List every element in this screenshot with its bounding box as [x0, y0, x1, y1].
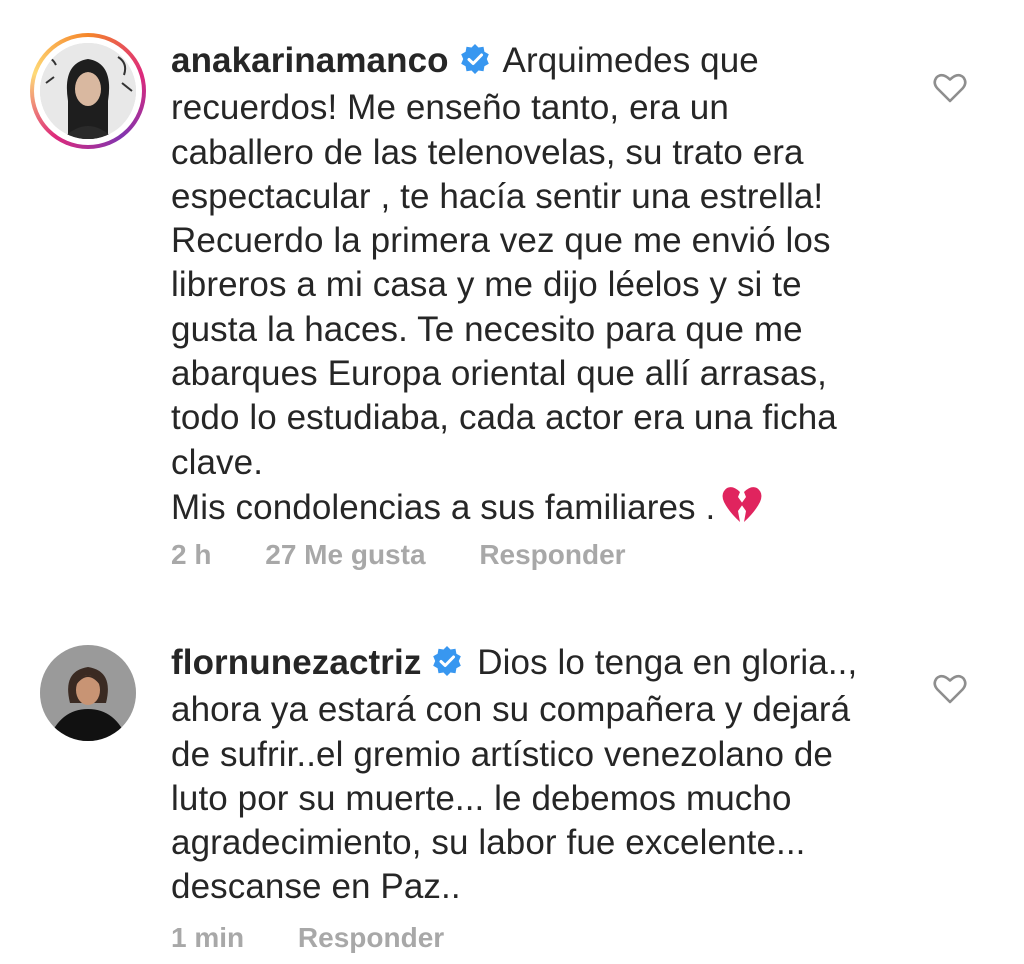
username-link[interactable]: anakarinamanco — [171, 41, 449, 80]
comment-text-line: espectacular , te hacía sentir una estre… — [171, 176, 824, 216]
comment-body: anakarinamanco Arquimedes que recuerdos!… — [171, 39, 891, 536]
comment-text-line: gusta la haces. Te necesito para que me — [171, 309, 803, 349]
avatar-image — [40, 43, 136, 139]
comment-text-line: Mis condolencias a sus familiares . — [171, 487, 716, 527]
comment-text-line: todo lo estudiaba, cada actor era una fi… — [171, 398, 837, 438]
comment-text-line: clave. — [171, 442, 264, 482]
broken-heart-icon — [721, 485, 763, 536]
comment-text-line: de sufrir..el gremio artístico venezolan… — [171, 734, 833, 774]
reply-button[interactable]: Responder — [298, 922, 444, 953]
comment-text-line: Dios lo tenga en gloria.., — [477, 643, 858, 682]
avatar[interactable] — [40, 645, 136, 741]
verified-badge-icon — [459, 42, 491, 86]
comment-text-line: Recuerdo la primera vez que me envió los — [171, 221, 831, 261]
comment-text-line: libreros a mi casa y me dijo léelos y si… — [171, 265, 802, 305]
username-link[interactable]: flornunezactriz — [171, 643, 421, 682]
comment-text-line: luto por su muerte... le debemos mucho — [171, 778, 792, 818]
comment-text-line: abarques Europa oriental que allí arrasa… — [171, 354, 827, 394]
avatar[interactable] — [40, 43, 136, 139]
comment-text-line: caballero de las telenovelas, su trato e… — [171, 132, 804, 172]
likes-count-button[interactable]: 27 Me gusta — [265, 539, 425, 570]
comment-text-line: ahora ya estará con su compañera y dejar… — [171, 690, 851, 730]
comment-time: 2 h — [171, 539, 212, 570]
comment-meta: 1 min Responder — [171, 922, 490, 954]
avatar-image — [40, 645, 136, 741]
comment-text-line: recuerdos! Me enseño tanto, era un — [171, 88, 729, 128]
comment-time: 1 min — [171, 922, 245, 953]
like-heart-icon[interactable] — [933, 71, 967, 105]
comment-text-line: Arquimedes que — [502, 41, 759, 80]
verified-badge-icon — [431, 644, 463, 688]
comment-text-line: agradecimiento, su labor fue excelente..… — [171, 823, 806, 863]
comment-meta: 2 h 27 Me gusta Responder — [171, 539, 672, 571]
comment-body: flornunezactriz Dios lo tenga en gloria.… — [171, 641, 891, 910]
like-heart-icon[interactable] — [933, 672, 967, 706]
reply-button[interactable]: Responder — [479, 539, 625, 570]
comment-text-line: descanse en Paz.. — [171, 867, 461, 907]
